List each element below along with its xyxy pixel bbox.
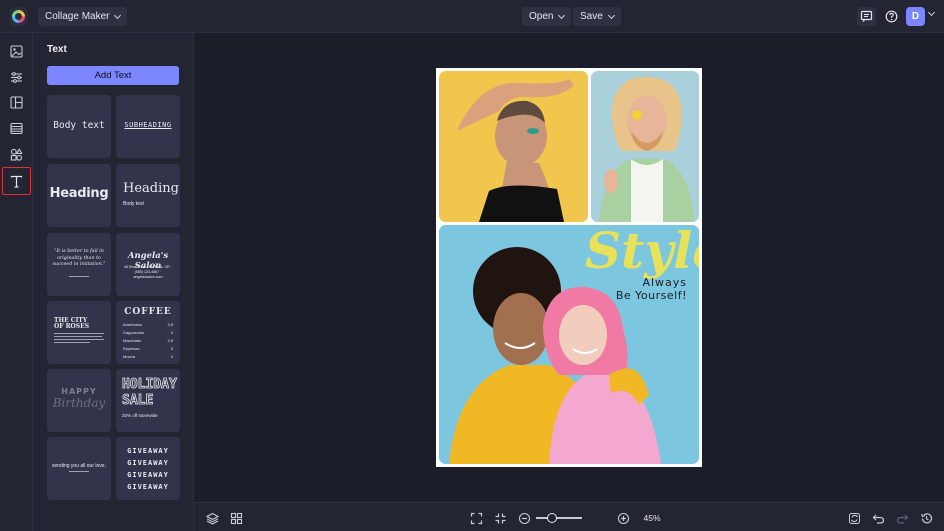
text-line: [54, 333, 104, 334]
text-line: [54, 339, 104, 340]
menu-row: Cappuccino 4: [123, 329, 173, 337]
menu-item: Macchiato: [123, 338, 142, 343]
overlay-line-1[interactable]: Always: [599, 276, 687, 289]
add-text-button[interactable]: Add Text: [47, 66, 179, 85]
image-icon[interactable]: [5, 40, 28, 63]
menu-item: Espresso: [123, 346, 140, 351]
preset-label: "It is better to fail in originality tha…: [52, 249, 106, 267]
preset-sublabel: 46 Elm Street · Portland, OR · (555) 123…: [124, 265, 172, 279]
chevron-down-icon: [558, 11, 566, 19]
grid-icon[interactable]: [228, 510, 244, 526]
top-bar: Collage Maker Open Save D: [0, 0, 944, 33]
shapes-icon[interactable]: [5, 143, 28, 166]
menu-row: Americano 3.5: [123, 321, 173, 329]
menu-item: Mocha: [123, 354, 136, 359]
menu-price: 3.5: [167, 322, 173, 327]
preset-label: sending you all our love,: [52, 463, 106, 469]
save-button[interactable]: Save: [573, 7, 621, 26]
mode-dropdown[interactable]: Collage Maker: [38, 7, 128, 26]
preset-city[interactable]: THE CITY OF ROSES: [47, 301, 111, 364]
text-icon[interactable]: [2, 167, 31, 195]
chevron-down-icon: [607, 11, 615, 19]
preset-salon[interactable]: Angela's Salon 46 Elm Street · Portland,…: [116, 233, 180, 296]
preset-body-text[interactable]: Body text: [47, 95, 111, 158]
preset-heading-serif[interactable]: Heading Body text: [116, 164, 180, 227]
menu-item: Americano: [123, 322, 143, 327]
menu-item: Cappuccino: [123, 330, 145, 335]
divider: [69, 276, 89, 277]
menu-price: 3: [170, 346, 173, 351]
preset-quote[interactable]: "It is better to fail in originality tha…: [47, 233, 111, 296]
menu-price: 4.5: [167, 338, 173, 343]
app-logo[interactable]: [9, 7, 28, 26]
text-line: [54, 336, 102, 337]
menu-price: 4: [170, 354, 173, 359]
preset-label: Heading: [123, 181, 179, 196]
preset-happy-birthday[interactable]: HAPPY Birthday: [47, 369, 111, 432]
user-avatar[interactable]: D: [906, 7, 925, 26]
preset-label: OF ROSES: [54, 323, 90, 330]
zoom-out-icon[interactable]: [516, 510, 532, 526]
layout-icon[interactable]: [5, 91, 28, 114]
sliders-icon[interactable]: [5, 66, 28, 89]
overlay-line-2[interactable]: Be Yourself!: [589, 289, 687, 302]
panel-title: Text: [47, 44, 67, 55]
preset-sending-love[interactable]: sending you all our love,: [47, 437, 111, 500]
chevron-down-icon[interactable]: [927, 8, 936, 17]
comment-icon[interactable]: [857, 7, 876, 26]
menu-list: Americano 3.5 Cappuccino 4 Macchiato 4.5 Es…: [123, 321, 173, 361]
chevron-down-icon: [114, 11, 122, 19]
preset-label: GIVEAWAY: [127, 483, 169, 491]
menu-row: Espresso 3: [123, 345, 173, 353]
preset-label: Heading: [49, 186, 109, 201]
zoom-in-icon[interactable]: [615, 510, 631, 526]
preset-label: HAPPY: [61, 387, 97, 396]
preset-sublabel: Birthday: [52, 396, 106, 410]
preset-coffee-menu[interactable]: COFFEE Americano 3.5 Cappuccino 4 Macchiat…: [116, 301, 180, 364]
help-icon[interactable]: [882, 7, 901, 26]
preset-subheading[interactable]: SUBHEADING: [116, 95, 180, 158]
open-button[interactable]: Open: [522, 7, 572, 26]
layers-icon[interactable]: [204, 510, 220, 526]
divider: [69, 471, 89, 472]
zoom-level[interactable]: 45%: [638, 510, 666, 526]
shrink-icon[interactable]: [492, 510, 508, 526]
mode-label: Collage Maker: [45, 11, 110, 22]
redo-icon[interactable]: [894, 510, 910, 526]
menu-row: Mocha 4: [123, 353, 173, 361]
tool-rail: [0, 33, 33, 531]
preset-label: SALE: [122, 393, 154, 408]
preset-label: COFFEE: [124, 307, 172, 317]
preset-label: GIVEAWAY: [127, 471, 169, 479]
text-panel: Text Add Text Body text SUBHEADING Headi…: [33, 33, 194, 531]
fit-screen-icon[interactable]: [468, 510, 484, 526]
collage-page[interactable]: Style Always Be Yourself!: [436, 68, 702, 467]
menu-price: 4: [170, 330, 173, 335]
preset-label: SUBHEADING: [124, 121, 172, 129]
overlay-script-text[interactable]: Style: [585, 225, 699, 281]
preset-giveaway[interactable]: GIVEAWAY GIVEAWAY GIVEAWAY GIVEAWAY: [116, 437, 180, 500]
preset-label: GIVEAWAY: [127, 447, 169, 455]
preset-label: GIVEAWAY: [127, 459, 169, 467]
preset-sublabel: Body text: [123, 201, 144, 207]
menu-row: Macchiato 4.5: [123, 337, 173, 345]
refresh-icon[interactable]: [846, 510, 862, 526]
bottom-bar: 45%: [194, 502, 944, 531]
save-label: Save: [580, 11, 603, 22]
open-label: Open: [529, 11, 554, 22]
preset-holiday-sale[interactable]: HOLIDAY SALE 20% off storewide: [116, 369, 180, 432]
history-icon[interactable]: [918, 510, 934, 526]
text-line: [54, 342, 90, 343]
zoom-slider-handle[interactable]: [547, 513, 557, 523]
undo-icon[interactable]: [870, 510, 886, 526]
preset-sublabel: 20% off storewide: [122, 413, 158, 418]
preset-heading-bold[interactable]: Heading: [47, 164, 111, 227]
preset-label: Body text: [53, 120, 105, 131]
preset-label: HOLIDAY: [122, 377, 178, 392]
table-icon[interactable]: [5, 117, 28, 140]
photo-cell-2[interactable]: [591, 71, 699, 222]
zoom-slider-track[interactable]: [536, 517, 582, 519]
photo-cell-3[interactable]: Style Always Be Yourself!: [439, 225, 699, 464]
photo-cell-1[interactable]: [439, 71, 588, 222]
